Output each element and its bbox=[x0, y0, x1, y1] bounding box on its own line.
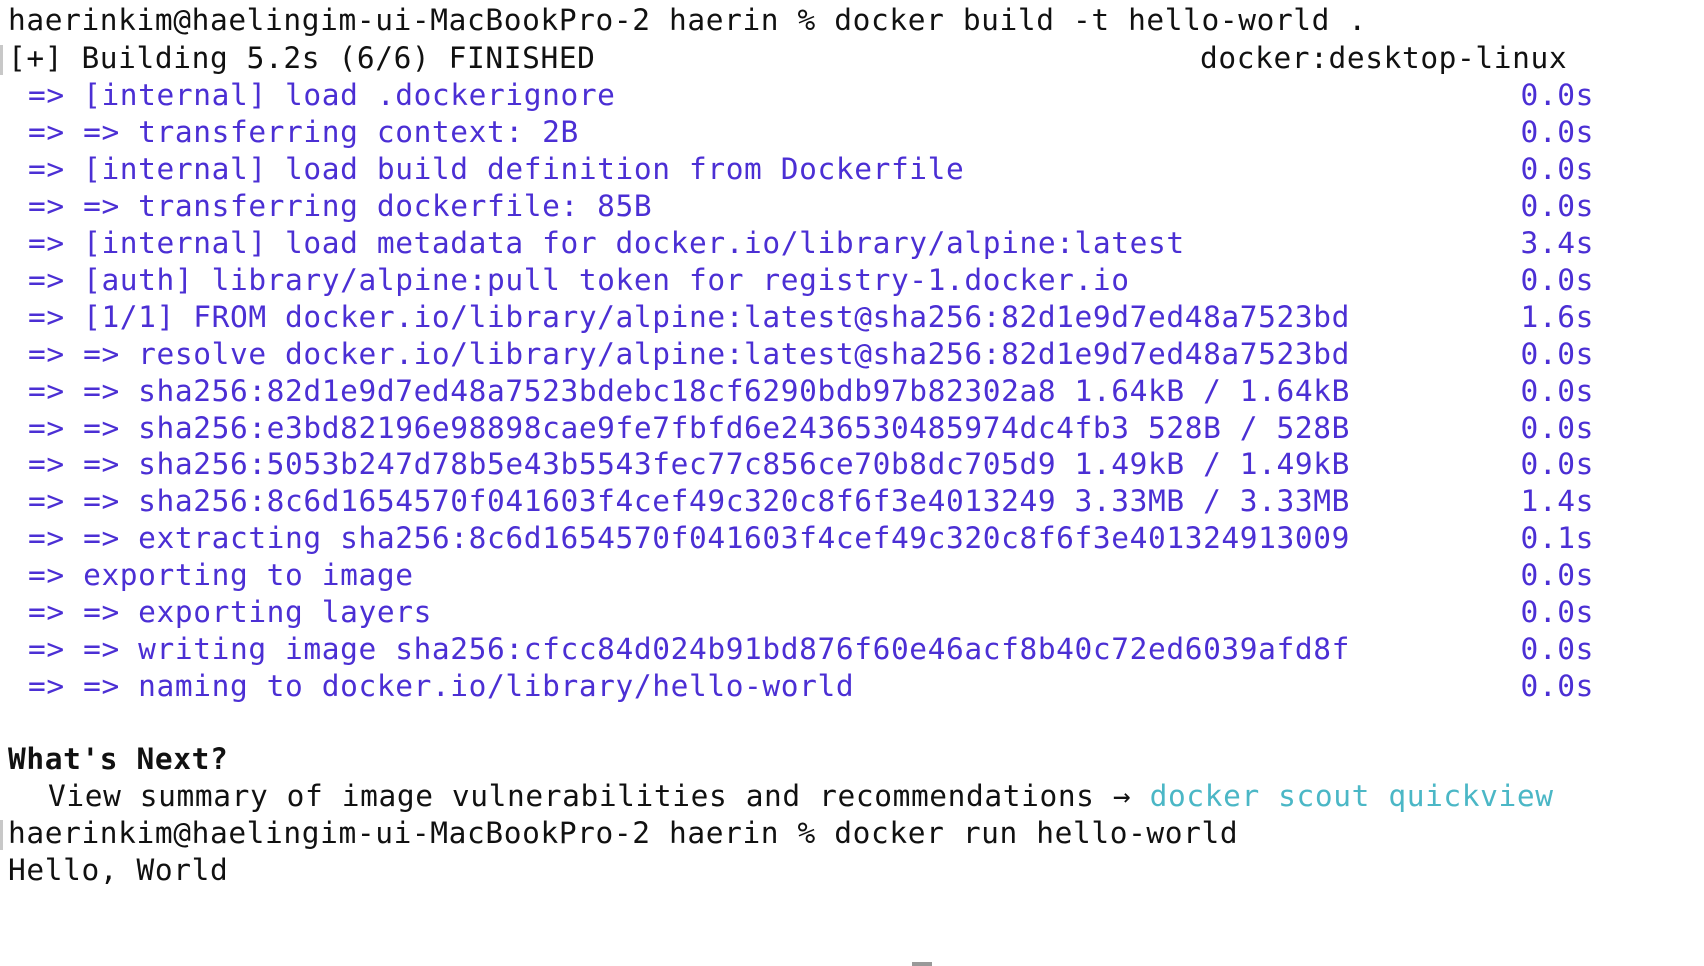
build-step-text: => [internal] load metadata for docker.i… bbox=[28, 226, 1185, 260]
prompt-line-build: haerinkim@haelingim-ui-MacBookPro-2 haer… bbox=[8, 0, 1367, 40]
build-step-text: => => sha256:8c6d1654570f041603f4cef49c3… bbox=[28, 484, 1350, 518]
build-step: => => resolve docker.io/library/alpine:l… bbox=[28, 334, 1594, 374]
docker-scout-link[interactable]: docker scout quickview bbox=[1150, 779, 1554, 813]
program-output: Hello, World bbox=[8, 853, 229, 887]
build-step-text: => [auth] library/alpine:pull token for … bbox=[28, 263, 1130, 297]
build-step: => => sha256:8c6d1654570f041603f4cef49c3… bbox=[28, 481, 1594, 521]
build-step: => => sha256:e3bd82196e98898cae9fe7fbfd6… bbox=[28, 408, 1594, 448]
build-step: => => exporting layers 0.0s bbox=[28, 592, 1594, 632]
build-step-time: 0.0s bbox=[1520, 447, 1594, 481]
build-step-text: => => exporting layers bbox=[28, 595, 432, 629]
build-step: => => writing image sha256:cfcc84d024b91… bbox=[28, 629, 1594, 669]
build-step-time: 0.0s bbox=[1520, 337, 1594, 371]
scroll-indicator bbox=[912, 962, 932, 966]
build-step-text: => => extracting sha256:8c6d1654570f0416… bbox=[28, 521, 1350, 555]
build-step-time: 3.4s bbox=[1520, 226, 1594, 260]
build-step-text: => [1/1] FROM docker.io/library/alpine:l… bbox=[28, 300, 1350, 334]
build-step: => exporting to image 0.0s bbox=[28, 555, 1594, 595]
build-step-time: 0.0s bbox=[1520, 374, 1594, 408]
run-command: docker run hello-world bbox=[834, 816, 1239, 850]
build-step-time: 0.0s bbox=[1520, 263, 1594, 297]
build-step-time: 0.0s bbox=[1520, 411, 1594, 445]
build-context: docker:desktop-linux bbox=[1200, 41, 1568, 75]
build-step: => [internal] load .dockerignore 0.0s bbox=[28, 75, 1594, 115]
build-step-time: 0.0s bbox=[1520, 632, 1594, 666]
build-step: => => sha256:5053b247d78b5e43b5543fec77c… bbox=[28, 444, 1594, 484]
build-step-text: => => resolve docker.io/library/alpine:l… bbox=[28, 337, 1350, 371]
prompt-line-run: haerinkim@haelingim-ui-MacBookPro-2 haer… bbox=[8, 813, 1238, 853]
build-step-time: 0.0s bbox=[1520, 115, 1594, 149]
build-step-time: 0.1s bbox=[1520, 521, 1594, 555]
build-step: => => extracting sha256:8c6d1654570f0416… bbox=[28, 518, 1594, 558]
build-step-time: 0.0s bbox=[1520, 558, 1594, 592]
build-step-time: 0.0s bbox=[1520, 152, 1594, 186]
build-step-time: 1.4s bbox=[1520, 484, 1594, 518]
prompt-dir: haerin bbox=[669, 3, 780, 37]
build-step-text: => => transferring context: 2B bbox=[28, 115, 579, 149]
build-step-text: => [internal] load build definition from… bbox=[28, 152, 965, 186]
build-step: => [auth] library/alpine:pull token for … bbox=[28, 260, 1594, 300]
whats-next-text: View summary of image vulnerabilities an… bbox=[48, 779, 1132, 813]
build-step: => [1/1] FROM docker.io/library/alpine:l… bbox=[28, 297, 1594, 337]
build-step: => [internal] load build definition from… bbox=[28, 149, 1594, 189]
build-command: docker build -t hello-world . bbox=[834, 3, 1367, 37]
build-status-text: [+] Building 5.2s (6/6) FINISHED bbox=[8, 41, 596, 75]
whats-next-title: What's Next? bbox=[8, 742, 229, 776]
prompt-user-host: haerinkim@haelingim-ui-MacBookPro-2 bbox=[8, 816, 651, 850]
build-step: => => transferring context: 2B 0.0s bbox=[28, 112, 1594, 152]
build-step-text: => => sha256:e3bd82196e98898cae9fe7fbfd6… bbox=[28, 411, 1350, 445]
build-status-line: [+] Building 5.2s (6/6) FINISHED docker:d… bbox=[8, 38, 1704, 78]
build-step: => => naming to docker.io/library/hello-… bbox=[28, 666, 1594, 706]
build-step-text: => => writing image sha256:cfcc84d024b91… bbox=[28, 632, 1350, 666]
build-step: => [internal] load metadata for docker.i… bbox=[28, 223, 1594, 263]
build-step-time: 0.0s bbox=[1520, 189, 1594, 223]
build-step-time: 0.0s bbox=[1520, 78, 1594, 112]
build-step-text: => => sha256:82d1e9d7ed48a7523bdebc18cf6… bbox=[28, 374, 1350, 408]
build-step-text: => => naming to docker.io/library/hello-… bbox=[28, 669, 855, 703]
prompt-symbol: % bbox=[797, 3, 816, 37]
build-step-text: => [internal] load .dockerignore bbox=[28, 78, 616, 112]
build-step-time: 1.6s bbox=[1520, 300, 1594, 334]
build-step-text: => => transferring dockerfile: 85B bbox=[28, 189, 653, 223]
prompt-user-host: haerinkim@haelingim-ui-MacBookPro-2 bbox=[8, 3, 651, 37]
prompt-dir: haerin bbox=[669, 816, 780, 850]
build-step: => => transferring dockerfile: 85B 0.0s bbox=[28, 186, 1594, 226]
line-mark bbox=[0, 820, 3, 850]
build-step-text: => exporting to image bbox=[28, 558, 414, 592]
build-step-time: 0.0s bbox=[1520, 595, 1594, 629]
line-mark bbox=[0, 45, 3, 75]
build-step-time: 0.0s bbox=[1520, 669, 1594, 703]
whats-next-line: View summary of image vulnerabilities an… bbox=[48, 776, 1554, 816]
terminal-window[interactable]: haerinkim@haelingim-ui-MacBookPro-2 haer… bbox=[0, 0, 1704, 966]
build-step: => => sha256:82d1e9d7ed48a7523bdebc18cf6… bbox=[28, 371, 1594, 411]
build-step-text: => => sha256:5053b247d78b5e43b5543fec77c… bbox=[28, 447, 1350, 481]
prompt-symbol: % bbox=[797, 816, 816, 850]
